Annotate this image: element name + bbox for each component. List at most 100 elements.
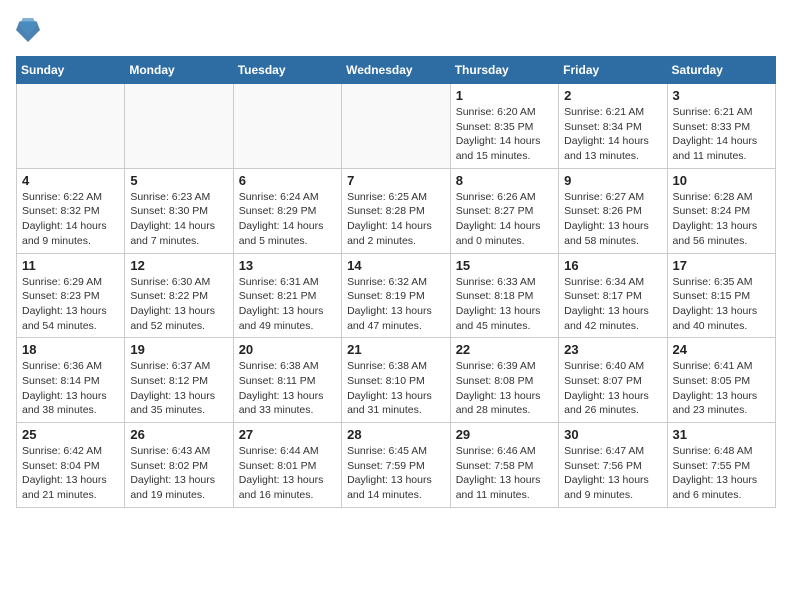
calendar-cell: 8 Sunrise: 6:26 AM Sunset: 8:27 PM Daylig… [450,168,558,253]
day-info: Sunrise: 6:21 AM Sunset: 8:34 PM Dayligh… [564,105,661,164]
day-info: Sunrise: 6:34 AM Sunset: 8:17 PM Dayligh… [564,275,661,334]
day-number: 27 [239,427,336,442]
calendar-cell [17,84,125,169]
day-number: 2 [564,88,661,103]
calendar-cell: 27 Sunrise: 6:44 AM Sunset: 8:01 PM Dayli… [233,423,341,508]
logo-icon [16,16,40,44]
day-info: Sunrise: 6:29 AM Sunset: 8:23 PM Dayligh… [22,275,119,334]
calendar-cell: 7 Sunrise: 6:25 AM Sunset: 8:28 PM Daylig… [342,168,451,253]
day-info: Sunrise: 6:38 AM Sunset: 8:11 PM Dayligh… [239,359,336,418]
day-info: Sunrise: 6:23 AM Sunset: 8:30 PM Dayligh… [130,190,227,249]
calendar-cell: 13 Sunrise: 6:31 AM Sunset: 8:21 PM Dayli… [233,253,341,338]
day-info: Sunrise: 6:39 AM Sunset: 8:08 PM Dayligh… [456,359,553,418]
day-info: Sunrise: 6:37 AM Sunset: 8:12 PM Dayligh… [130,359,227,418]
calendar-cell: 21 Sunrise: 6:38 AM Sunset: 8:10 PM Dayli… [342,338,451,423]
day-number: 17 [673,258,770,273]
day-number: 8 [456,173,553,188]
day-number: 20 [239,342,336,357]
day-info: Sunrise: 6:44 AM Sunset: 8:01 PM Dayligh… [239,444,336,503]
day-number: 28 [347,427,445,442]
calendar-week-row: 11Sunrise: 6:29 AM Sunset: 8:23 PM Dayli… [17,253,776,338]
calendar-cell: 18Sunrise: 6:36 AM Sunset: 8:14 PM Dayli… [17,338,125,423]
day-info: Sunrise: 6:48 AM Sunset: 7:55 PM Dayligh… [673,444,770,503]
weekday-label: Wednesday [342,57,451,84]
calendar-cell: 15Sunrise: 6:33 AM Sunset: 8:18 PM Dayli… [450,253,558,338]
day-number: 13 [239,258,336,273]
day-info: Sunrise: 6:46 AM Sunset: 7:58 PM Dayligh… [456,444,553,503]
calendar-cell: 10 Sunrise: 6:28 AM Sunset: 8:24 PM Dayli… [667,168,775,253]
calendar-cell: 6 Sunrise: 6:24 AM Sunset: 8:29 PM Daylig… [233,168,341,253]
calendar-cell: 28 Sunrise: 6:45 AM Sunset: 7:59 PM Dayli… [342,423,451,508]
calendar-cell [125,84,233,169]
day-number: 23 [564,342,661,357]
day-info: Sunrise: 6:42 AM Sunset: 8:04 PM Dayligh… [22,444,119,503]
day-info: Sunrise: 6:47 AM Sunset: 7:56 PM Dayligh… [564,444,661,503]
day-number: 1 [456,88,553,103]
weekday-label: Thursday [450,57,558,84]
calendar-cell: 9 Sunrise: 6:27 AM Sunset: 8:26 PM Daylig… [559,168,667,253]
calendar-cell: 23 Sunrise: 6:40 AM Sunset: 8:07 PM Dayli… [559,338,667,423]
day-number: 31 [673,427,770,442]
calendar-cell: 1 Sunrise: 6:20 AM Sunset: 8:35 PM Daylig… [450,84,558,169]
calendar-week-row: 25Sunrise: 6:42 AM Sunset: 8:04 PM Dayli… [17,423,776,508]
day-info: Sunrise: 6:45 AM Sunset: 7:59 PM Dayligh… [347,444,445,503]
day-info: Sunrise: 6:26 AM Sunset: 8:27 PM Dayligh… [456,190,553,249]
calendar-cell: 22 Sunrise: 6:39 AM Sunset: 8:08 PM Dayli… [450,338,558,423]
day-number: 10 [673,173,770,188]
weekday-label: Friday [559,57,667,84]
day-info: Sunrise: 6:27 AM Sunset: 8:26 PM Dayligh… [564,190,661,249]
calendar-week-row: 4 Sunrise: 6:22 AM Sunset: 8:32 PM Daylig… [17,168,776,253]
day-number: 5 [130,173,227,188]
day-info: Sunrise: 6:38 AM Sunset: 8:10 PM Dayligh… [347,359,445,418]
calendar-week-row: 1 Sunrise: 6:20 AM Sunset: 8:35 PM Daylig… [17,84,776,169]
calendar-cell: 24Sunrise: 6:41 AM Sunset: 8:05 PM Dayli… [667,338,775,423]
calendar-cell: 29Sunrise: 6:46 AM Sunset: 7:58 PM Dayli… [450,423,558,508]
calendar-cell [233,84,341,169]
calendar-cell: 20 Sunrise: 6:38 AM Sunset: 8:11 PM Dayli… [233,338,341,423]
day-number: 24 [673,342,770,357]
calendar-cell [342,84,451,169]
day-number: 22 [456,342,553,357]
calendar-cell: 11Sunrise: 6:29 AM Sunset: 8:23 PM Dayli… [17,253,125,338]
page-header [16,16,776,44]
day-number: 9 [564,173,661,188]
calendar: SundayMondayTuesdayWednesdayThursdayFrid… [16,56,776,508]
day-info: Sunrise: 6:28 AM Sunset: 8:24 PM Dayligh… [673,190,770,249]
calendar-cell: 4 Sunrise: 6:22 AM Sunset: 8:32 PM Daylig… [17,168,125,253]
day-info: Sunrise: 6:31 AM Sunset: 8:21 PM Dayligh… [239,275,336,334]
calendar-cell: 31 Sunrise: 6:48 AM Sunset: 7:55 PM Dayli… [667,423,775,508]
day-info: Sunrise: 6:33 AM Sunset: 8:18 PM Dayligh… [456,275,553,334]
day-info: Sunrise: 6:40 AM Sunset: 8:07 PM Dayligh… [564,359,661,418]
day-info: Sunrise: 6:43 AM Sunset: 8:02 PM Dayligh… [130,444,227,503]
day-info: Sunrise: 6:25 AM Sunset: 8:28 PM Dayligh… [347,190,445,249]
logo [16,16,44,44]
weekday-label: Tuesday [233,57,341,84]
day-number: 4 [22,173,119,188]
day-number: 26 [130,427,227,442]
weekday-header-row: SundayMondayTuesdayWednesdayThursdayFrid… [17,57,776,84]
day-info: Sunrise: 6:24 AM Sunset: 8:29 PM Dayligh… [239,190,336,249]
day-info: Sunrise: 6:35 AM Sunset: 8:15 PM Dayligh… [673,275,770,334]
day-number: 7 [347,173,445,188]
calendar-cell: 30 Sunrise: 6:47 AM Sunset: 7:56 PM Dayli… [559,423,667,508]
calendar-cell: 26 Sunrise: 6:43 AM Sunset: 8:02 PM Dayli… [125,423,233,508]
day-info: Sunrise: 6:20 AM Sunset: 8:35 PM Dayligh… [456,105,553,164]
calendar-cell: 25Sunrise: 6:42 AM Sunset: 8:04 PM Dayli… [17,423,125,508]
day-number: 21 [347,342,445,357]
calendar-cell: 3 Sunrise: 6:21 AM Sunset: 8:33 PM Daylig… [667,84,775,169]
day-info: Sunrise: 6:22 AM Sunset: 8:32 PM Dayligh… [22,190,119,249]
calendar-week-row: 18Sunrise: 6:36 AM Sunset: 8:14 PM Dayli… [17,338,776,423]
day-number: 3 [673,88,770,103]
calendar-cell: 14 Sunrise: 6:32 AM Sunset: 8:19 PM Dayli… [342,253,451,338]
day-number: 6 [239,173,336,188]
day-info: Sunrise: 6:32 AM Sunset: 8:19 PM Dayligh… [347,275,445,334]
weekday-label: Saturday [667,57,775,84]
day-number: 12 [130,258,227,273]
day-info: Sunrise: 6:21 AM Sunset: 8:33 PM Dayligh… [673,105,770,164]
day-number: 18 [22,342,119,357]
calendar-cell: 12Sunrise: 6:30 AM Sunset: 8:22 PM Dayli… [125,253,233,338]
calendar-cell: 19Sunrise: 6:37 AM Sunset: 8:12 PM Dayli… [125,338,233,423]
calendar-body: 1 Sunrise: 6:20 AM Sunset: 8:35 PM Daylig… [17,84,776,508]
day-number: 14 [347,258,445,273]
day-number: 30 [564,427,661,442]
